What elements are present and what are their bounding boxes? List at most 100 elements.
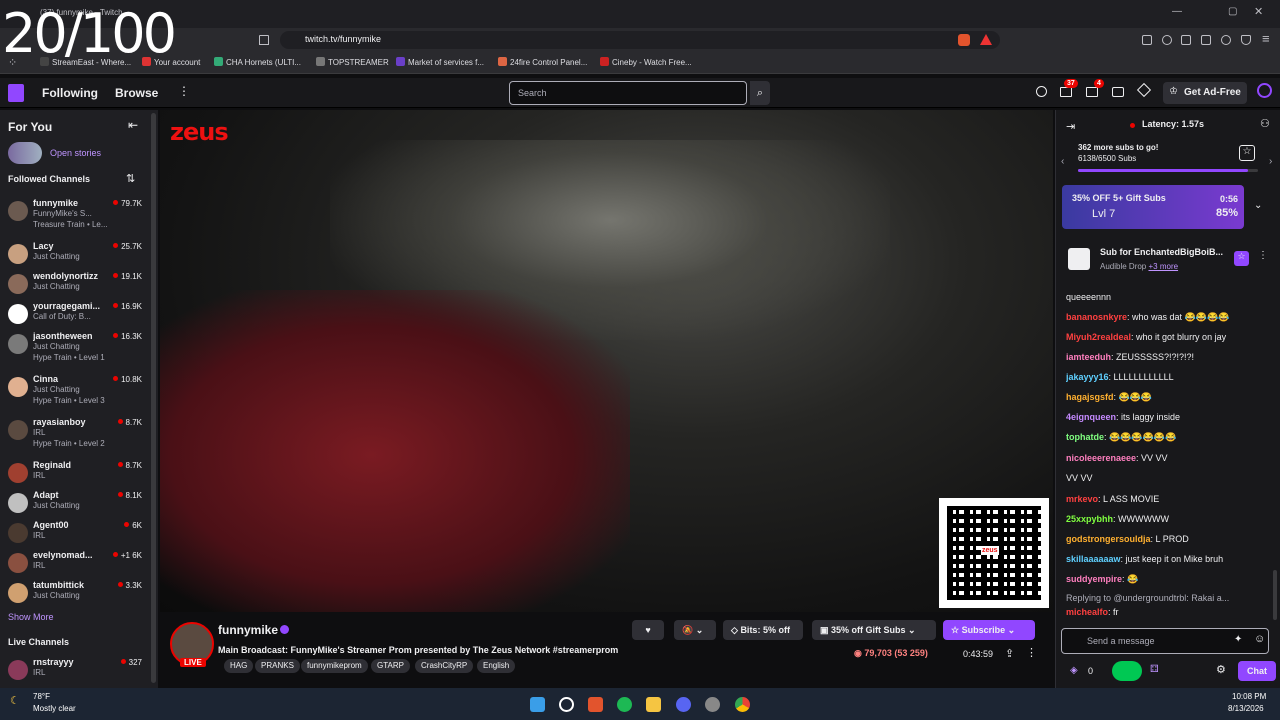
video-player[interactable]: zeus zeus	[160, 110, 1053, 612]
channel-item-rnstrayyy[interactable]: rnstrayyy IRL 327	[8, 655, 148, 685]
bookmark-item[interactable]: Cineby - Watch Free...	[600, 57, 692, 67]
vpn-shield-icon[interactable]	[1241, 35, 1251, 45]
prediction-icon[interactable]	[1112, 661, 1142, 681]
channel-points-icon[interactable]: ◈	[1070, 665, 1078, 676]
more-options-icon[interactable]: ⋮	[1026, 646, 1037, 659]
share-icon[interactable]: ⇪	[1005, 647, 1014, 660]
channel-item-jasontheween[interactable]: jasontheween Just Chatting Hype Train • Le…	[8, 329, 148, 362]
bits-button[interactable]: ◇ Bits: 5% off	[723, 620, 803, 640]
tag-chip[interactable]: CrashCityRP	[415, 659, 474, 673]
brave-icon[interactable]	[588, 697, 603, 712]
subs-progress-fill	[1078, 169, 1248, 172]
drop-menu-icon[interactable]: ⋮	[1258, 250, 1268, 261]
notifications-icon[interactable]	[1060, 87, 1072, 97]
browser-tab-bar: (37) funnymike - Twitch — ▢ ✕	[0, 0, 1280, 28]
window-minimize-icon[interactable]: —	[1172, 6, 1182, 17]
search-input[interactable]: Search	[509, 81, 747, 105]
channel-item-cinna[interactable]: Cinna Just Chatting Hype Train • Level 3 10…	[8, 372, 148, 405]
ai-icon[interactable]	[1221, 35, 1231, 45]
chat-message: queeeennn	[1066, 292, 1112, 302]
inbox-icon[interactable]	[1086, 87, 1098, 97]
more-icon[interactable]: ⋮	[178, 84, 190, 98]
notification-bell-button[interactable]: 🔕 ⌄	[674, 620, 716, 640]
channel-item-agent00[interactable]: Agent00 IRL 6K	[8, 518, 148, 548]
spotify-icon[interactable]	[617, 697, 632, 712]
prime-icon[interactable]	[1036, 86, 1047, 97]
star-badge-icon[interactable]: ☆	[1234, 251, 1249, 266]
expand-chevron-icon[interactable]: ⌄	[1254, 200, 1262, 211]
channel-item-wendolynortizz[interactable]: wendolynortizz Just Chatting 19.1K	[8, 269, 148, 299]
discord-icon[interactable]	[676, 697, 691, 712]
weather-temp[interactable]: 78°F	[33, 692, 50, 701]
bookmark-item[interactable]: CHA Hornets (ULTI...	[214, 57, 301, 67]
bookmark-item[interactable]: 24fire Control Panel...	[498, 57, 587, 67]
nav-following[interactable]: Following	[42, 86, 98, 100]
tag-chip[interactable]: PRANKS	[255, 659, 300, 673]
collapse-chat-icon[interactable]: ⇥	[1066, 120, 1075, 133]
search-icon[interactable]	[559, 697, 574, 712]
address-bar[interactable]: twitch.tv/funnymike	[280, 31, 1000, 49]
gift-promo-card[interactable]: 35% OFF 5+ Gift Subs 0:56 Lvl 7 85%	[1062, 185, 1244, 229]
whispers-icon[interactable]	[1112, 87, 1124, 97]
get-ad-free-button[interactable]: ♔ Get Ad-Free	[1163, 82, 1247, 104]
stories-avatars[interactable]	[8, 142, 42, 164]
file-explorer-icon[interactable]	[646, 697, 661, 712]
avatar	[8, 523, 28, 543]
emote-picker-icon[interactable]: ☺	[1254, 633, 1265, 645]
tag-chip[interactable]: GTARP	[371, 659, 410, 673]
chat-users-icon[interactable]: ⚇	[1260, 117, 1270, 130]
window-maximize-icon[interactable]: ▢	[1228, 6, 1237, 17]
media-icon[interactable]	[1162, 35, 1172, 45]
app-icon[interactable]	[705, 697, 720, 712]
follow-heart-button[interactable]: ♥	[632, 620, 664, 640]
chat-button[interactable]: Chat	[1238, 661, 1276, 681]
channel-item-funnymike[interactable]: funnymike FunnyMike's S... Treasure Train …	[8, 196, 148, 229]
chat-message: godstrongersouldja: L PROD	[1066, 534, 1189, 544]
chat-settings-icon[interactable]: ⚙	[1216, 663, 1226, 676]
wallet-icon[interactable]	[1201, 35, 1211, 45]
brave-rewards-icon[interactable]	[980, 34, 992, 45]
uptime: 0:43:59	[963, 649, 994, 659]
tag-chip[interactable]: English	[477, 659, 516, 673]
menu-icon[interactable]: ≡	[1262, 31, 1270, 46]
goal-star-icon[interactable]: ☆	[1239, 145, 1255, 161]
bits-icon[interactable]	[1136, 82, 1152, 98]
bookmark-item[interactable]: Market of services f...	[396, 57, 484, 67]
chrome-icon[interactable]	[735, 697, 750, 712]
next-arrow-icon[interactable]: ›	[1269, 156, 1272, 167]
rewards-icon[interactable]: ⚃	[1150, 664, 1159, 675]
bookmark-item[interactable]: TOPSTREAMER	[316, 57, 389, 67]
gift-subs-button[interactable]: ▣ 35% off Gift Subs ⌄	[812, 620, 936, 640]
open-stories-link[interactable]: Open stories	[50, 148, 101, 158]
window-close-icon[interactable]: ✕	[1254, 5, 1263, 18]
bookmark-icon[interactable]	[259, 35, 269, 45]
sidebar-icon[interactable]	[1181, 35, 1191, 45]
search-button[interactable]: ⌕	[750, 81, 770, 105]
tag-chip[interactable]: funnymikeprom	[301, 659, 368, 673]
channel-item-lacy[interactable]: Lacy Just Chatting 25.7K	[8, 239, 148, 269]
channel-item-evelynomad[interactable]: evelynomad... IRL +1 6K	[8, 548, 148, 578]
chat-message: skillaaaaaaw: just keep it on Mike bruh	[1066, 554, 1224, 564]
extensions-icon[interactable]	[1142, 35, 1152, 45]
prev-arrow-icon[interactable]: ‹	[1061, 156, 1064, 167]
collapse-sidebar-icon[interactable]: ⇤	[128, 118, 138, 132]
channel-item-rayasianboy[interactable]: rayasianboy IRL Hype Train • Level 2 8.7K	[8, 415, 148, 448]
clock-time[interactable]: 10:08 PM	[1232, 692, 1266, 701]
sidebar-scrollbar[interactable]	[151, 113, 156, 683]
channel-item-yourragegaming[interactable]: yourragegami... Call of Duty: B... 16.9K	[8, 299, 148, 329]
nav-browse[interactable]: Browse	[115, 86, 158, 100]
channel-item-tatumbittick[interactable]: tatumbittick Just Chatting 3.3K	[8, 578, 148, 608]
streamer-name[interactable]: funnymike	[218, 623, 278, 637]
brave-shield-icon[interactable]	[958, 34, 970, 46]
tag-chip[interactable]: HAG	[224, 659, 254, 673]
sparkle-icon[interactable]: ✦	[1234, 634, 1242, 645]
channel-item-reginald[interactable]: Reginald IRL 8.7K	[8, 458, 148, 488]
chat-input[interactable]: Send a message ✦ ☺	[1061, 628, 1269, 654]
channel-item-adapt[interactable]: Adapt Just Chatting 8.1K	[8, 488, 148, 518]
show-more-link[interactable]: Show More	[8, 612, 54, 622]
sort-icon[interactable]: ⇅	[126, 172, 135, 185]
twitch-logo-icon[interactable]	[8, 84, 24, 102]
start-icon[interactable]	[530, 697, 545, 712]
subscribe-button[interactable]: ☆ Subscribe ⌄	[943, 620, 1035, 640]
user-avatar[interactable]	[1257, 83, 1272, 98]
